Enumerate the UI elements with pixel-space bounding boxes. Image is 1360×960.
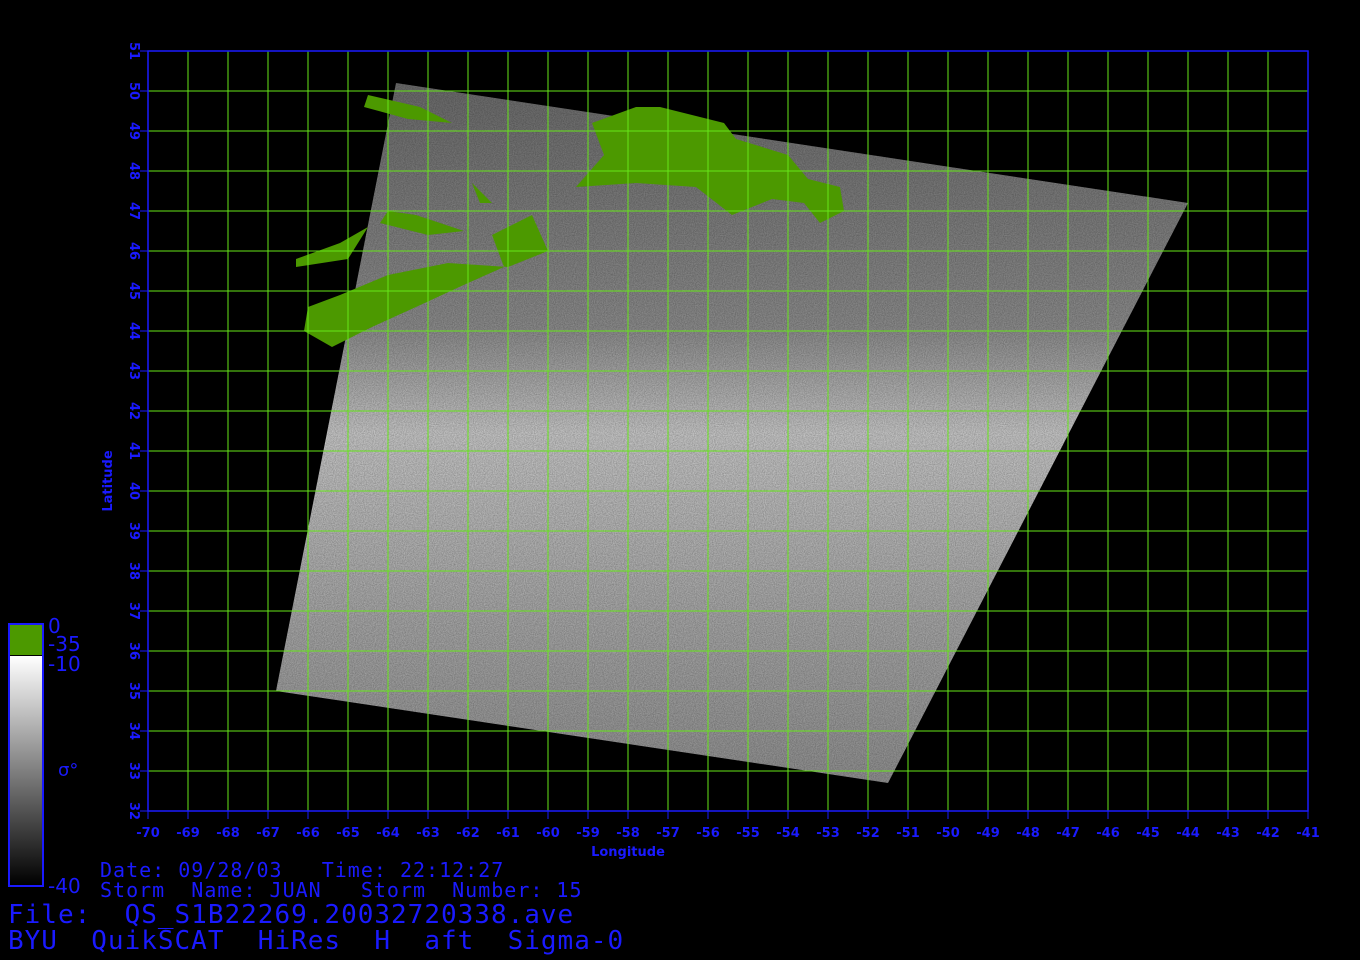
y-tick-label: 32 [126,802,141,820]
y-tick-label: 37 [126,602,141,620]
y-tick-label: 44 [126,322,141,340]
y-tick-label: 42 [126,402,141,420]
y-tick-label: 46 [126,242,141,260]
storm-text: Storm Name: JUAN Storm Number: 15 [100,878,583,902]
y-tick-label: 43 [126,362,141,380]
x-tick-label: -65 [336,826,360,841]
colorbar-sigma-top-label: -10 [48,652,81,676]
x-tick-label: -53 [816,826,840,841]
x-tick-label: -68 [216,826,240,841]
x-tick-label: -60 [536,826,560,841]
x-tick-label: -46 [1096,826,1120,841]
colorbar-sigma-segment [10,656,42,885]
colorbar [8,623,44,887]
y-tick-label: 41 [126,442,141,460]
x-tick-label: -44 [1176,826,1200,841]
x-tick-label: -45 [1136,826,1160,841]
x-tick-label: -59 [576,826,600,841]
x-tick-label: -41 [1296,826,1320,841]
colorbar-sigma-bottom-label: -40 [48,874,81,898]
y-axis-title: Latitude [101,450,116,512]
y-tick-label: 33 [126,762,141,780]
colorbar-land-segment [10,625,42,655]
x-tick-label: -47 [1056,826,1080,841]
new-brunswick-land [296,227,368,267]
x-tick-label: -57 [656,826,680,841]
y-tick-label: 34 [126,722,141,740]
x-tick-label: -50 [936,826,960,841]
x-tick-label: -56 [696,826,720,841]
y-tick-label: 49 [126,122,141,140]
x-axis-title: Longitude [591,845,665,860]
y-tick-label: 35 [126,682,141,700]
y-tick-label: 39 [126,522,141,540]
x-tick-label: -63 [416,826,440,841]
y-tick-label: 40 [126,482,141,500]
x-tick-label: -51 [896,826,920,841]
colorbar-symbol: σ° [58,760,79,781]
x-tick-label: -42 [1256,826,1280,841]
x-tick-label: -61 [496,826,520,841]
x-tick-label: -48 [1016,826,1040,841]
y-tick-label: 47 [126,202,141,220]
x-tick-label: -70 [136,826,160,841]
x-tick-label: -52 [856,826,880,841]
x-tick-label: -62 [456,826,480,841]
y-tick-label: 50 [126,82,141,100]
x-tick-label: -69 [176,826,200,841]
y-tick-label: 51 [126,42,141,60]
y-tick-label: 45 [126,282,141,300]
y-tick-label: 48 [126,162,141,180]
y-tick-label: 36 [126,642,141,660]
x-tick-label: -66 [296,826,320,841]
x-tick-label: -49 [976,826,1000,841]
x-tick-label: -55 [736,826,760,841]
y-tick-label: 38 [126,562,141,580]
product-title-text: BYU QuikSCAT HiRes H aft Sigma-0 [8,926,625,956]
x-tick-label: -54 [776,826,800,841]
x-tick-label: -58 [616,826,640,841]
x-tick-label: -64 [376,826,400,841]
map-plot: -70 -69 -68 -67 -66 -65 -64 -63 -62 -61 -60 -59 -58 -… [8,42,1320,887]
x-tick-label: -43 [1216,826,1240,841]
x-tick-label: -67 [256,826,280,841]
